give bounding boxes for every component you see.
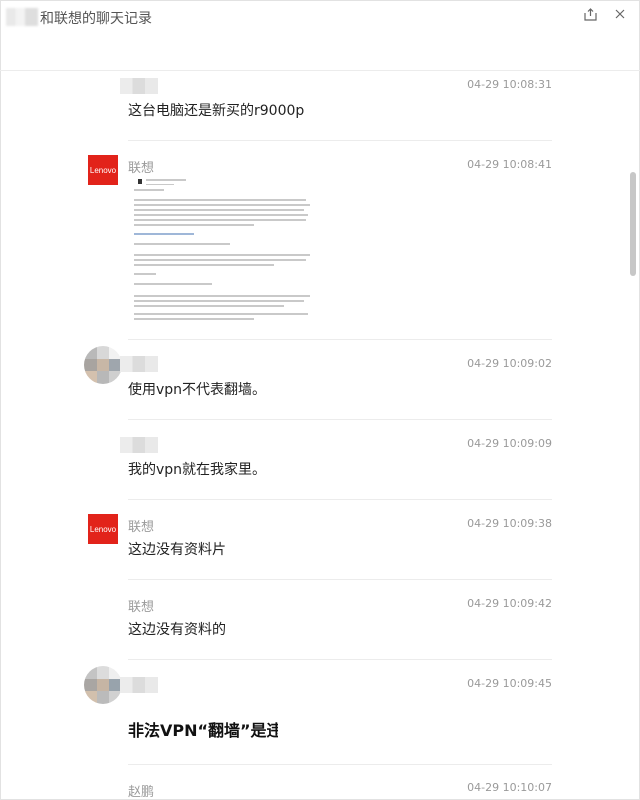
redacted-sender-name: [120, 356, 158, 372]
sender-name: 联想: [128, 161, 155, 176]
redacted-sender-name: [120, 78, 158, 94]
message-divider: [128, 764, 552, 765]
message-time: 04-29 10:09:42: [467, 597, 552, 610]
message-time: 04-29 10:08:41: [467, 158, 552, 171]
message-text[interactable]: 这边没有资料片: [128, 539, 226, 559]
chat-scrollbar[interactable]: [629, 72, 637, 798]
sender-name: 联想: [128, 600, 155, 615]
share-icon[interactable]: [582, 6, 598, 22]
message-divider: [128, 419, 552, 420]
message-time: 04-29 10:08:31: [467, 78, 552, 91]
sender-name: 赵鹏: [128, 785, 155, 800]
message-divider: [128, 659, 552, 660]
message-divider: [128, 339, 552, 340]
message-text[interactable]: 使用vpn不代表翻墙。: [128, 379, 266, 399]
user-avatar[interactable]: [84, 346, 122, 384]
window-title: 和联想的聊天记录: [40, 11, 152, 27]
message-text[interactable]: 这边没有资料的: [128, 619, 226, 639]
message-image-text[interactable]: 非法VPN“翻墙”是违: [128, 717, 278, 741]
lenovo-avatar[interactable]: Lenovo: [88, 155, 118, 185]
redacted-sender-name: [120, 437, 158, 453]
sender-name: 联想: [128, 520, 155, 535]
screenshot-image[interactable]: [128, 175, 360, 323]
title-bar: 和联想的聊天记录: [0, 0, 640, 71]
message-divider: [128, 499, 552, 500]
message-time: 04-29 10:09:45: [467, 677, 552, 690]
message-divider: [128, 140, 552, 141]
message-time: 04-29 10:09:02: [467, 357, 552, 370]
title-actions: [582, 6, 628, 22]
message-time: 04-29 10:10:07: [467, 781, 552, 794]
message-time: 04-29 10:09:38: [467, 517, 552, 530]
user-avatar[interactable]: [84, 666, 122, 704]
message-text[interactable]: 我的vpn就在我家里。: [128, 459, 266, 479]
lenovo-avatar[interactable]: Lenovo: [88, 514, 118, 544]
redacted-sender-name: [120, 677, 158, 693]
scrollbar-thumb[interactable]: [630, 172, 636, 276]
message-text[interactable]: 这台电脑还是新买的r9000p: [128, 100, 304, 120]
redacted-title-prefix: [6, 8, 38, 26]
close-icon[interactable]: [612, 6, 628, 22]
message-time: 04-29 10:09:09: [467, 437, 552, 450]
message-divider: [128, 579, 552, 580]
